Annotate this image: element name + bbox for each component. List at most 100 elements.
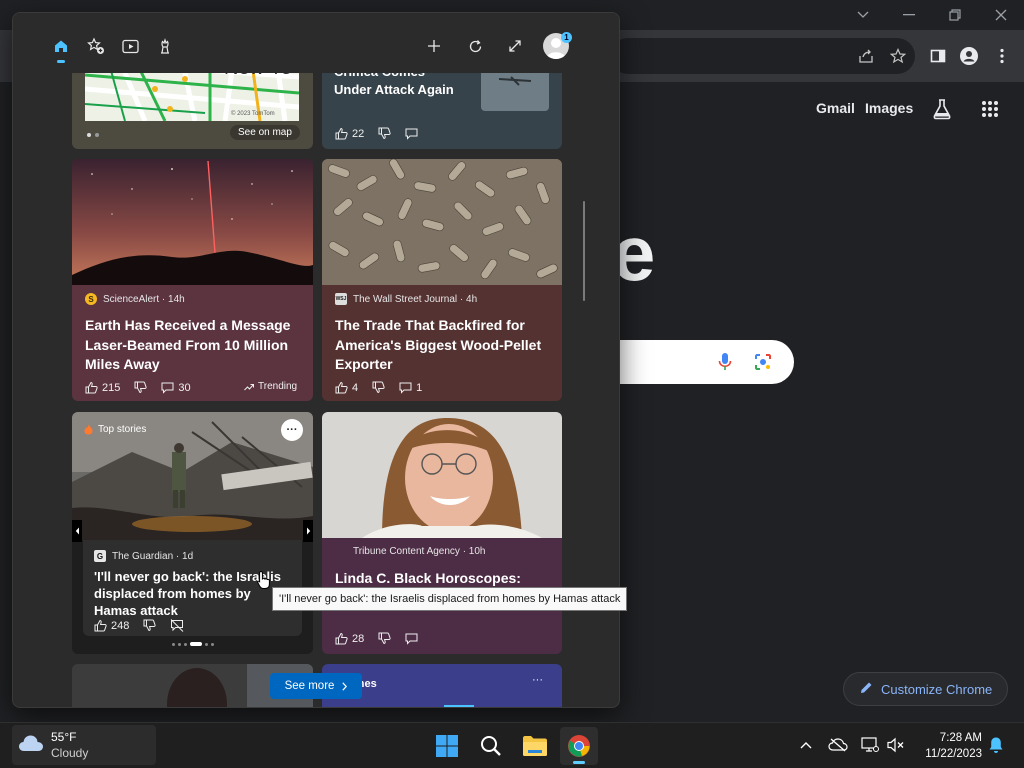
top-stories-carousel[interactable]: Top stories ··· G The Guardian · 1d 'I'l…	[72, 412, 313, 654]
search-button[interactable]	[472, 727, 510, 765]
source-name: ScienceAlert · 14h	[103, 293, 185, 305]
comment-button[interactable]	[405, 633, 418, 645]
source-name: Tribune Content Agency · 10h	[353, 546, 486, 557]
taskbar: 55°F Cloudy 7:28 AM 11/22/2023	[0, 722, 1024, 768]
hand-cursor-icon	[256, 570, 272, 595]
title-tooltip: 'I'll never go back': the Israelis displ…	[272, 587, 628, 611]
chrome-taskbar-button[interactable]	[560, 727, 598, 765]
side-panel-icon[interactable]	[926, 44, 950, 68]
dislike-button[interactable]	[372, 381, 385, 394]
sciencealert-logo: S	[85, 293, 97, 305]
home-tab-icon[interactable]	[48, 33, 74, 63]
close-button[interactable]	[978, 0, 1024, 30]
games-tab-icon[interactable]	[152, 33, 178, 59]
comment-button[interactable]	[405, 128, 418, 140]
add-widget-icon[interactable]	[421, 33, 447, 59]
file-explorer-button[interactable]	[516, 727, 554, 765]
more-options-button[interactable]: ···	[532, 674, 543, 686]
gmail-link[interactable]: Gmail	[816, 100, 855, 116]
weather-widget[interactable]: 55°F Cloudy	[12, 725, 156, 765]
card-source[interactable]: Tribune Content Agency · 10h	[353, 546, 486, 557]
notification-badge: 1	[561, 32, 572, 43]
guardian-logo: G	[94, 550, 106, 562]
chevron-up-icon[interactable]	[796, 735, 816, 755]
flame-icon	[84, 424, 93, 435]
card-source[interactable]: S ScienceAlert · 14h	[85, 293, 185, 305]
volume-muted-icon[interactable]	[886, 735, 906, 755]
news-card-sciencealert[interactable]: S ScienceAlert · 14h Earth Has Received …	[72, 159, 313, 401]
dislike-button[interactable]	[378, 127, 391, 140]
onedrive-offline-icon[interactable]	[828, 735, 848, 755]
system-clock[interactable]: 7:28 AM 11/22/2023	[912, 730, 982, 762]
clock-date: 11/22/2023	[925, 748, 982, 760]
network-icon[interactable]	[860, 735, 880, 755]
refresh-icon[interactable]	[462, 33, 488, 59]
like-button[interactable]: 22	[335, 127, 364, 140]
top-stories-label: Top stories	[98, 424, 147, 435]
panel-scrollbar[interactable]	[583, 201, 585, 301]
comments-off-button[interactable]	[170, 619, 184, 632]
more-options-button[interactable]: ···	[281, 419, 303, 441]
lens-search-icon[interactable]	[754, 353, 772, 376]
see-more-button[interactable]: See more	[270, 673, 362, 699]
customize-chrome-label: Customize Chrome	[881, 681, 993, 697]
google-apps-icon[interactable]	[978, 97, 1002, 121]
windows-icon	[436, 735, 458, 757]
see-more-label: See more	[284, 680, 335, 692]
minimize-button[interactable]	[886, 0, 932, 30]
news-card-title[interactable]: The Trade That Backfired for America's B…	[335, 316, 553, 375]
comment-button[interactable]: 30	[161, 382, 191, 394]
news-card-wsj[interactable]: WSJ The Wall Street Journal · 4h The Tra…	[322, 159, 562, 401]
profile-icon[interactable]	[957, 44, 981, 68]
carousel-prev-button[interactable]	[72, 520, 82, 542]
like-count: 22	[352, 127, 365, 140]
comment-button[interactable]: 1	[399, 382, 422, 394]
like-button[interactable]: 215	[85, 381, 120, 394]
customize-chrome-button[interactable]: Customize Chrome	[843, 672, 1008, 706]
card-source[interactable]: G The Guardian · 1d	[94, 550, 193, 562]
card-actions: 215 30	[85, 381, 205, 394]
like-button[interactable]: 4	[335, 381, 358, 394]
news-card-horoscope[interactable]: Tribune Content Agency · 10h Linda C. Bl…	[322, 412, 562, 654]
tab-search-icon[interactable]	[840, 0, 886, 30]
wsj-logo: WSJ	[335, 293, 347, 305]
dislike-button[interactable]	[378, 632, 391, 645]
see-on-map-button[interactable]: See on map	[230, 125, 300, 140]
labs-flask-icon[interactable]	[930, 97, 954, 121]
news-card-title[interactable]: Earth Has Received a Message Laser-Beame…	[85, 316, 303, 375]
bookmark-star-icon[interactable]	[886, 44, 910, 68]
folder-icon	[523, 736, 547, 756]
share-icon[interactable]	[854, 44, 878, 68]
top-stories-badge: Top stories	[84, 424, 146, 435]
like-count: 215	[102, 381, 121, 394]
carousel-next-button[interactable]	[303, 520, 313, 542]
chrome-menu-icon[interactable]	[990, 44, 1014, 68]
like-button[interactable]: 248	[94, 619, 129, 632]
cloud-icon	[18, 734, 44, 757]
dislike-button[interactable]	[143, 619, 156, 632]
trending-icon	[244, 383, 254, 390]
notification-bell-icon[interactable]	[986, 735, 1006, 755]
source-name: The Wall Street Journal · 4h	[353, 293, 478, 305]
pencil-icon	[860, 681, 873, 697]
night-sky-image	[72, 159, 313, 285]
like-count: 28	[352, 632, 365, 645]
card-source[interactable]: WSJ The Wall Street Journal · 4h	[335, 293, 477, 305]
news-card-title[interactable]: Linda C. Black Horoscopes:	[335, 569, 553, 589]
clock-time: 7:28 AM	[939, 732, 982, 744]
start-button[interactable]	[428, 727, 466, 765]
games-accent	[444, 705, 474, 707]
restore-button[interactable]	[932, 0, 978, 30]
card-actions: 248	[94, 619, 198, 632]
google-search-box[interactable]	[612, 340, 794, 384]
active-app-indicator	[573, 761, 585, 764]
video-tab-icon[interactable]	[117, 33, 143, 59]
chevron-right-icon	[342, 681, 348, 691]
widgets-tab-icon[interactable]	[83, 33, 109, 59]
like-button[interactable]: 28	[335, 632, 364, 645]
voice-search-icon[interactable]	[718, 352, 732, 377]
map-pager-dots	[87, 133, 99, 137]
expand-icon[interactable]	[502, 33, 528, 59]
images-link[interactable]: Images	[865, 100, 913, 116]
dislike-button[interactable]	[134, 381, 147, 394]
